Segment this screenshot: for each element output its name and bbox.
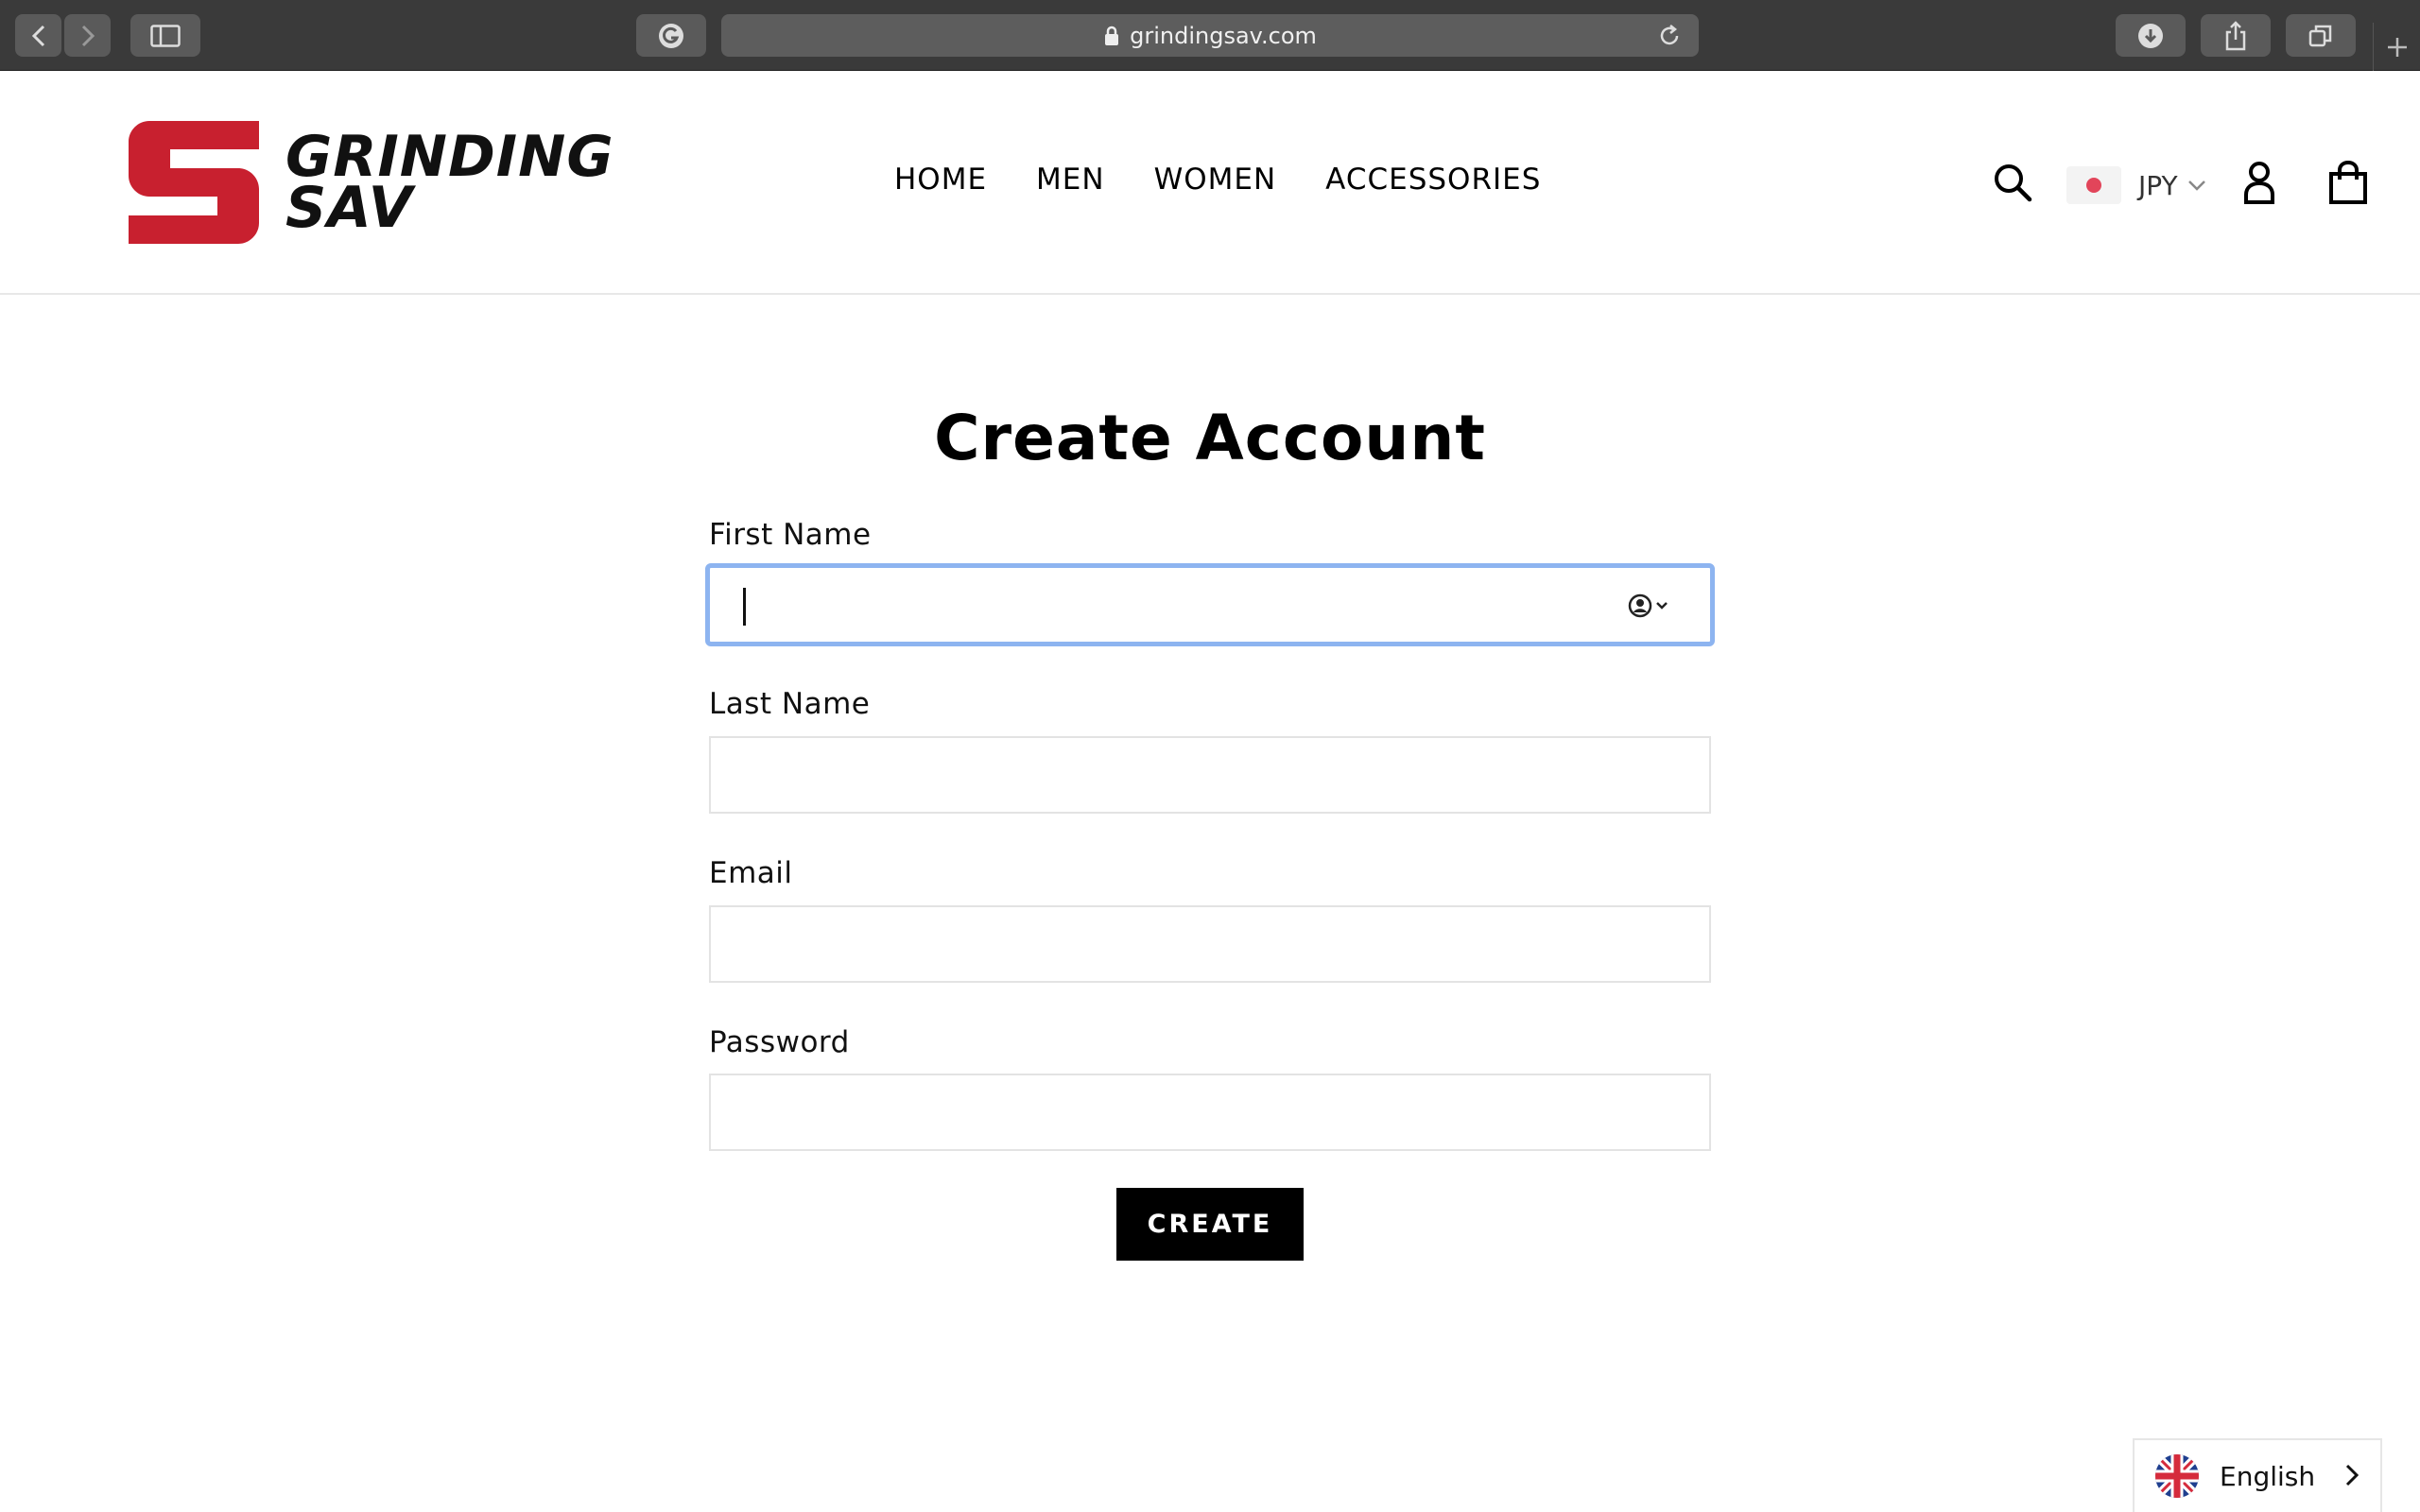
chevron-right-icon: [2345, 1464, 2360, 1486]
language-label: English: [2220, 1460, 2316, 1492]
create-button[interactable]: CREATE: [1116, 1188, 1304, 1261]
forward-button[interactable]: [64, 14, 111, 57]
share-button[interactable]: [2201, 14, 2271, 57]
plus-icon: [2387, 37, 2407, 57]
address-bar[interactable]: grindingsav.com: [721, 14, 1699, 57]
last-name-label: Last Name: [709, 687, 871, 721]
search-button[interactable]: [1991, 161, 2034, 204]
chevron-down-icon: [2187, 180, 2205, 191]
currency-label: JPY: [2138, 169, 2178, 201]
nav-item-home[interactable]: HOME: [894, 163, 987, 197]
nav-item-accessories[interactable]: ACCESSORIES: [1325, 163, 1541, 197]
sidebar-toggle-button[interactable]: [130, 14, 200, 57]
language-switcher[interactable]: English: [2133, 1438, 2382, 1512]
browser-toolbar: grindingsav.com: [0, 0, 2420, 71]
tabs-icon: [2308, 25, 2332, 46]
chevron-left-icon: [31, 25, 44, 46]
search-icon: [1995, 164, 2032, 202]
share-icon: [2225, 20, 2246, 50]
grammarly-icon: [659, 23, 683, 48]
brand-name-line2: SAV: [285, 175, 414, 241]
nav-item-women[interactable]: WOMEN: [1154, 163, 1277, 197]
last-name-field[interactable]: [709, 736, 1711, 814]
page-title: Create Account: [934, 402, 1486, 474]
logo-mark-icon: [129, 121, 259, 244]
main-nav: HOME MEN WOMEN ACCESSORIES: [894, 163, 1590, 197]
password-field[interactable]: [709, 1074, 1711, 1151]
new-tab-button[interactable]: [2373, 23, 2420, 71]
site-header: GRINDING SAV HOME MEN WOMEN ACCESSORIES …: [0, 72, 2420, 295]
cart-icon: [2329, 161, 2367, 204]
cart-button[interactable]: [2325, 159, 2371, 206]
uk-flag-icon: [2155, 1454, 2199, 1498]
text-caret: [743, 588, 746, 626]
url-text: grindingsav.com: [1130, 22, 1317, 49]
back-button[interactable]: [15, 14, 61, 57]
chevron-right-icon: [81, 25, 95, 46]
first-name-label: First Name: [709, 518, 872, 552]
account-icon: [2244, 162, 2274, 204]
contact-autofill-icon: [1628, 593, 1668, 618]
lock-icon: [1105, 26, 1119, 45]
nav-item-men[interactable]: MEN: [1036, 163, 1105, 197]
downloads-button[interactable]: [2116, 14, 2186, 57]
tab-overview-button[interactable]: [2286, 14, 2356, 57]
japan-flag-icon: [2066, 166, 2121, 204]
currency-selector[interactable]: JPY: [2066, 166, 2206, 204]
grammarly-extension-button[interactable]: [636, 14, 706, 57]
sidebar-icon: [150, 24, 181, 47]
email-field[interactable]: [709, 905, 1711, 983]
password-label: Password: [709, 1025, 850, 1059]
download-icon: [2138, 23, 2163, 48]
reload-icon[interactable]: [1657, 24, 1682, 48]
brand-name: GRINDING SAV: [285, 129, 614, 241]
first-name-field[interactable]: [705, 563, 1715, 646]
email-label: Email: [709, 856, 793, 890]
brand-logo[interactable]: GRINDING SAV: [129, 121, 614, 244]
contact-autofill-button[interactable]: [1626, 592, 1671, 620]
account-button[interactable]: [2240, 159, 2278, 206]
